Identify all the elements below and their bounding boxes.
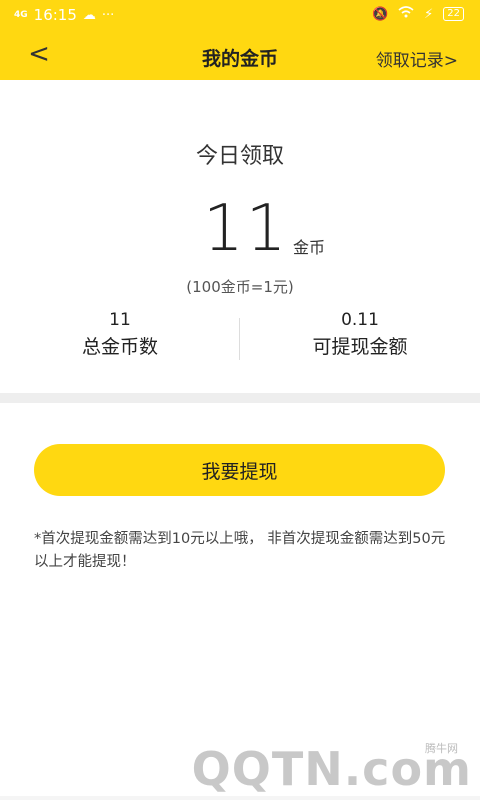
withdrawable-stat: 0.11 可提现金额	[240, 310, 480, 359]
coin-unit: 金币	[293, 238, 326, 257]
status-time: 16:15	[33, 6, 77, 24]
watermark: 腾牛网 QQTN.com	[192, 742, 472, 796]
mute-icon: 🔕	[371, 6, 389, 22]
header: 4G 16:15 ☁ ··· 🔕 ⚡ 22 < 我的金币 领取记录>	[0, 0, 480, 80]
status-left: 4G 16:15 ☁ ···	[14, 6, 114, 24]
more-icon: ···	[101, 7, 115, 23]
status-right: 🔕 ⚡ 22	[372, 6, 464, 22]
status-bar: 4G 16:15 ☁ ··· 🔕 ⚡ 22	[0, 0, 480, 30]
claim-record-link[interactable]: 领取记录>	[376, 46, 458, 71]
today-coin-amount: 11	[203, 192, 289, 266]
back-button[interactable]: <	[24, 40, 54, 70]
exchange-rate-note: (100金币=1元)	[186, 278, 294, 296]
charging-icon: ⚡	[424, 6, 434, 22]
section-divider	[0, 393, 480, 403]
cloud-icon: ☁	[82, 7, 96, 23]
today-claim-label: 今日领取	[195, 144, 284, 169]
total-coins-stat: 11 总金币数	[0, 310, 240, 359]
withdrawable-label: 可提现金额	[312, 336, 408, 358]
signal-icon: 4G	[14, 9, 28, 20]
total-coins-value: 11	[109, 310, 131, 330]
withdrawable-value: 0.11	[341, 310, 379, 330]
wifi-icon	[398, 6, 414, 22]
bottom-edge	[0, 796, 480, 800]
withdraw-button[interactable]: 我要提现	[34, 444, 445, 496]
total-coins-label: 总金币数	[81, 336, 158, 358]
watermark-brand: 腾牛网	[425, 742, 458, 755]
withdraw-tip: *首次提现金额需达到10元以上哦， 非首次提现金额需达到50元以上才能提现！	[34, 531, 446, 570]
nav-bar: < 我的金币 领取记录>	[0, 30, 480, 80]
battery-icon: 22	[443, 7, 464, 21]
